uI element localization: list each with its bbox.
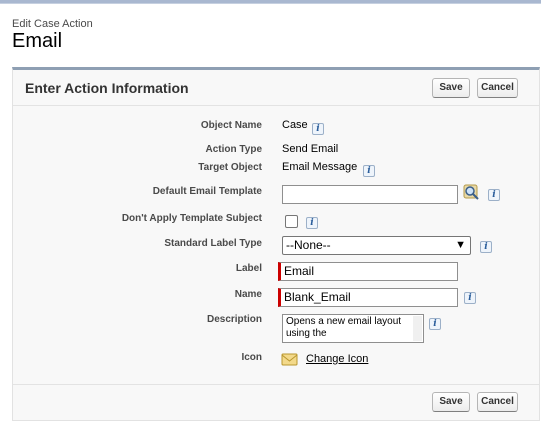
standard-label-type-label: Standard Label Type (164, 238, 262, 249)
target-object-value: Email Message (282, 161, 358, 173)
page-subtitle: Edit Case Action (12, 18, 93, 30)
dont-apply-template-subject-checkbox[interactable] (285, 215, 298, 228)
change-icon-link[interactable]: Change Icon (306, 353, 368, 365)
default-email-template-label: Default Email Template (152, 186, 262, 197)
panel-header: Enter Action Information Save Cancel (13, 70, 539, 106)
description-text: Opens a new email layout using the (286, 316, 402, 339)
textarea-scrollbar[interactable] (413, 316, 422, 341)
target-object-label: Target Object (198, 162, 262, 173)
label-input[interactable]: Email (278, 262, 458, 281)
object-name-value: Case (282, 119, 308, 131)
info-icon[interactable]: i (312, 123, 324, 135)
save-button-top[interactable]: Save (432, 78, 470, 98)
standard-label-type-select[interactable]: --None-- ▼ (282, 236, 471, 255)
info-icon[interactable]: i (429, 318, 441, 330)
label-field-label: Label (235, 263, 262, 274)
description-textarea[interactable]: Opens a new email layout using the (282, 314, 424, 343)
info-icon[interactable]: i (480, 241, 492, 253)
cancel-button-top[interactable]: Cancel (477, 78, 518, 98)
standard-label-type-value: --None-- (286, 238, 331, 252)
page-title: Email (12, 30, 63, 52)
panel-footer: Save Cancel (13, 384, 539, 420)
info-icon[interactable]: i (306, 217, 318, 229)
panel-title: Enter Action Information (25, 80, 189, 96)
object-name-label: Object Name (200, 120, 262, 131)
save-button-bottom[interactable]: Save (432, 392, 470, 412)
default-email-template-input[interactable] (282, 185, 458, 204)
action-type-label: Action Type (205, 144, 262, 155)
info-icon[interactable]: i (363, 165, 375, 177)
cancel-button-bottom[interactable]: Cancel (477, 392, 518, 412)
chevron-down-icon: ▼ (455, 239, 466, 251)
info-icon[interactable]: i (488, 189, 500, 201)
action-type-value: Send Email (282, 143, 339, 155)
description-label: Description (206, 314, 262, 325)
envelope-icon (281, 350, 299, 368)
name-input[interactable]: Blank_Email (278, 288, 458, 307)
magnifier-lookup-icon[interactable] (463, 184, 481, 202)
dont-apply-template-subject-label: Don't Apply Template Subject (121, 213, 262, 224)
icon-field-label: Icon (241, 352, 262, 363)
info-icon[interactable]: i (464, 292, 476, 304)
top-strip (0, 0, 541, 4)
action-information-panel: Enter Action Information Save Cancel Obj… (12, 67, 540, 421)
name-field-label: Name (234, 289, 262, 300)
